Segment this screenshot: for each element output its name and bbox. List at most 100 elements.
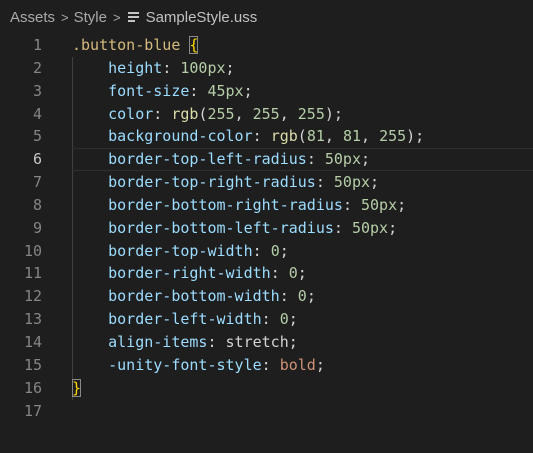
code-token: , (324, 127, 343, 146)
code-line[interactable]: 10 border-top-width: 0; (0, 240, 533, 263)
code-token: border-left-width (108, 310, 262, 329)
code-text[interactable]: border-left-width: 0; (72, 308, 298, 331)
code-token: 81 (342, 127, 361, 146)
code-text[interactable]: border-bottom-left-radius: 50px; (72, 217, 397, 240)
line-number: 7 (32, 173, 42, 192)
line-number: 16 (23, 378, 42, 397)
line-number: 9 (32, 218, 42, 237)
code-line[interactable]: 5 background-color: rgb(81, 81, 255); (0, 125, 533, 148)
code-token: ; (306, 287, 316, 306)
code-line[interactable]: 11 border-right-width: 0; (0, 262, 533, 285)
code-token: : (270, 264, 289, 283)
code-token: bold (279, 355, 316, 374)
code-text[interactable]: background-color: rgb(81, 81, 255); (72, 125, 424, 148)
code-line[interactable]: 12 border-bottom-width: 0; (0, 285, 533, 308)
breadcrumb-item-style[interactable]: Style (74, 9, 107, 26)
code-text[interactable]: border-top-left-radius: 50px; (72, 148, 370, 171)
code-text[interactable]: border-right-width: 0; (72, 262, 307, 285)
code-token: 255 (379, 127, 407, 146)
code-token: , (361, 127, 380, 146)
code-token: } (72, 378, 82, 397)
code-token: 255 (297, 104, 325, 123)
line-number: 3 (32, 81, 42, 100)
code-line[interactable]: 3 font-size: 45px; (0, 80, 533, 103)
code-token: color (108, 104, 154, 123)
code-line[interactable]: 9 border-bottom-left-radius: 50px; (0, 217, 533, 240)
code-token: background-color (108, 127, 253, 146)
code-token: ; (297, 264, 307, 283)
code-editor[interactable]: 1 .button-blue {2 height: 100px; 3 font-si… (0, 34, 533, 453)
code-text[interactable]: .button-blue { (72, 34, 199, 57)
code-token: ; (315, 355, 325, 374)
breadcrumb-file[interactable]: SampleStyle.uss (146, 9, 258, 26)
code-token: : (261, 310, 280, 329)
code-token: ; (279, 241, 289, 260)
line-number: 2 (32, 58, 42, 77)
code-text[interactable]: font-size: 45px; (72, 80, 253, 103)
line-number: 15 (23, 355, 42, 374)
code-text[interactable]: border-top-right-radius: 50px; (72, 171, 379, 194)
breadcrumb-item-assets[interactable]: Assets (10, 9, 55, 26)
code-token: rgb (270, 127, 298, 146)
code-line[interactable]: 2 height: 100px; (0, 57, 533, 80)
code-token: font-size (108, 81, 190, 100)
code-token: border-bottom-left-radius (108, 218, 334, 237)
code-token: border-bottom-width (108, 287, 280, 306)
code-line[interactable]: 6 border-top-left-radius: 50px; (0, 148, 533, 171)
line-number: 13 (23, 310, 42, 329)
code-token: ; (243, 81, 253, 100)
code-text[interactable]: border-bottom-right-radius: 50px; (72, 194, 406, 217)
code-line[interactable]: 1 .button-blue { (0, 34, 533, 57)
code-token: 50px (351, 218, 389, 237)
code-token: ; (397, 195, 407, 214)
code-line[interactable]: 16} (0, 377, 533, 400)
code-text[interactable]: color: rgb(255, 255, 255); (72, 103, 343, 126)
line-number: 12 (23, 287, 42, 306)
code-text[interactable]: } (72, 377, 82, 400)
code-line[interactable]: 14 align-items: stretch; (0, 331, 533, 354)
code-token: : (315, 173, 334, 192)
line-number: 1 (32, 36, 42, 54)
chevron-right-icon: > (61, 9, 69, 25)
code-token: { (189, 36, 199, 54)
line-number: 11 (23, 264, 42, 283)
line-number: 6 (32, 150, 42, 169)
code-token: ; (361, 150, 371, 169)
code-line[interactable]: 7 border-top-right-radius: 50px; (0, 171, 533, 194)
code-text[interactable]: border-top-width: 0; (72, 240, 289, 263)
code-token: 0 (279, 310, 289, 329)
code-token: : (306, 150, 325, 169)
code-token: -unity-font-style (108, 355, 262, 374)
code-token: , (279, 104, 298, 123)
code-text[interactable]: align-items: stretch; (72, 331, 298, 354)
code-token: 0 (270, 241, 280, 260)
code-token: border-top-right-radius (108, 173, 316, 192)
code-line[interactable]: 17 (0, 400, 533, 423)
code-text[interactable]: height: 100px; (72, 57, 235, 80)
code-line[interactable]: 4 color: rgb(255, 255, 255); (0, 103, 533, 126)
code-text[interactable]: border-bottom-width: 0; (72, 285, 316, 308)
line-number: 10 (23, 241, 42, 260)
code-token: , (234, 104, 253, 123)
code-line[interactable]: 13 border-left-width: 0; (0, 308, 533, 331)
code-token: ; (225, 58, 235, 77)
code-token: : (189, 81, 208, 100)
code-token: : (252, 241, 271, 260)
code-token: 50px (361, 195, 398, 214)
chevron-right-icon: > (112, 9, 121, 25)
code-token: border-bottom-right-radius (108, 195, 343, 214)
code-token: : (279, 287, 298, 306)
code-token: : (252, 127, 271, 146)
code-text[interactable]: -unity-font-style: bold; (72, 354, 325, 377)
code-token: ; (388, 218, 398, 237)
code-token: 100px (180, 58, 226, 77)
code-line[interactable]: 15 -unity-font-style: bold; (0, 354, 533, 377)
code-token: ; (288, 310, 298, 329)
code-token: 0 (288, 264, 298, 283)
code-line[interactable]: 8 border-bottom-right-radius: 50px; (0, 194, 533, 217)
